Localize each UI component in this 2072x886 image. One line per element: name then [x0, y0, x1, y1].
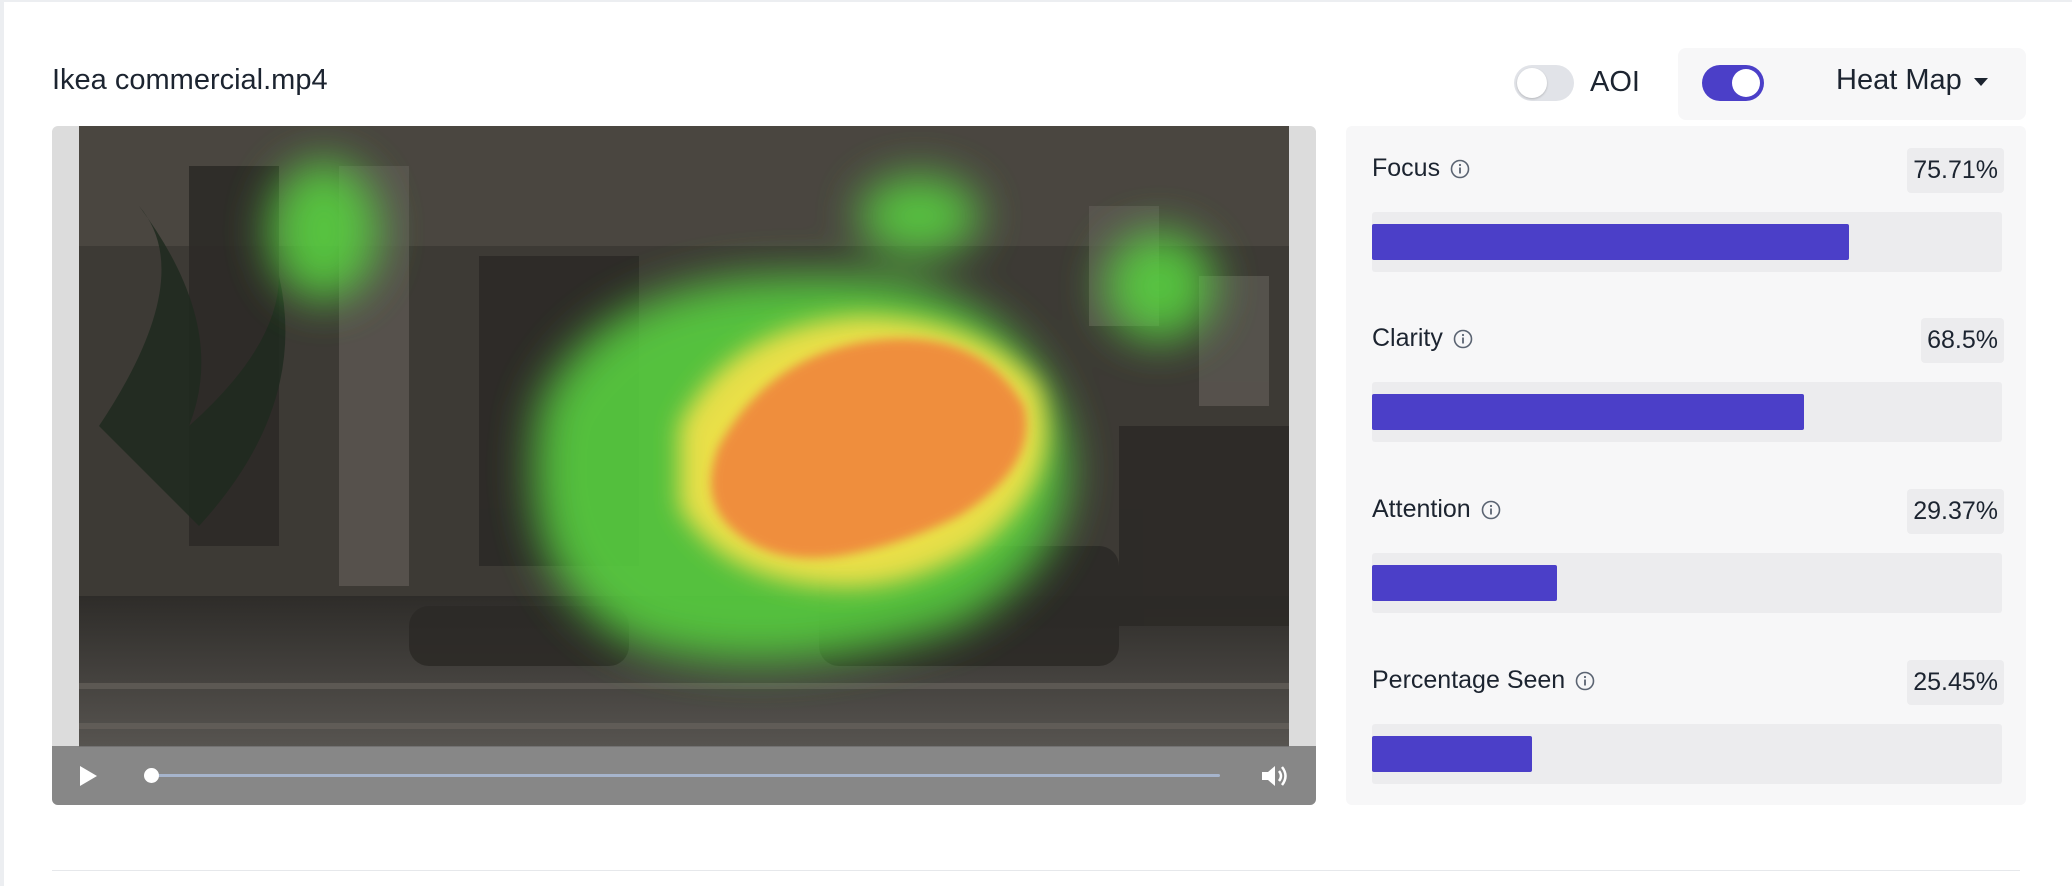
metric-label: Percentage Seen [1372, 666, 1595, 695]
metric-bar-track [1372, 382, 2002, 442]
metric-bar-fill [1372, 736, 1533, 772]
aoi-toggle[interactable] [1514, 65, 1574, 101]
info-icon[interactable] [1450, 159, 1470, 179]
metric-bar-fill [1372, 224, 1849, 260]
video-title: Ikea commercial.mp4 [52, 64, 328, 96]
info-icon[interactable] [1575, 671, 1595, 691]
info-icon[interactable] [1481, 500, 1501, 520]
metric-label-text: Attention [1372, 495, 1471, 523]
metric-value: 75.71% [1907, 148, 2004, 193]
metric-value: 29.37% [1907, 489, 2004, 534]
caret-down-icon [1973, 77, 1988, 86]
metric-clarity: Clarity 68.5% [1346, 296, 2026, 446]
metric-label: Clarity [1372, 324, 1473, 353]
info-icon[interactable] [1453, 329, 1473, 349]
metric-label-text: Percentage Seen [1372, 666, 1566, 694]
metrics-panel: Focus 75.71% Clarity 68.5% Attention 29.… [1346, 126, 2026, 805]
frame-top-border [0, 0, 2072, 2]
video-frame [79, 126, 1289, 747]
seek-bar[interactable] [152, 774, 1220, 777]
heatmap-mode-label: Heat Map [1836, 64, 1962, 96]
metric-bar-fill [1372, 565, 1558, 601]
metric-bar-fill [1372, 394, 1804, 430]
metric-label-text: Clarity [1372, 324, 1443, 352]
seek-thumb[interactable] [144, 768, 159, 783]
heatmap-overlay [79, 126, 1289, 747]
play-icon[interactable] [80, 766, 97, 786]
frame-left-border [0, 0, 4, 886]
metric-bar-track [1372, 212, 2002, 272]
aoi-label: AOI [1590, 66, 1640, 98]
heatmap-toggle-knob [1732, 69, 1760, 97]
video-player[interactable] [52, 126, 1316, 805]
metric-percentage-seen: Percentage Seen 25.45% [1346, 638, 2026, 788]
metric-bar-track [1372, 724, 2002, 784]
video-controls [52, 746, 1316, 805]
aoi-toggle-knob [1517, 68, 1547, 98]
heatmap-mode-dropdown[interactable]: Heat Map [1836, 64, 1988, 97]
metric-focus: Focus 75.71% [1346, 126, 2026, 276]
metric-value: 68.5% [1921, 318, 2004, 363]
metric-bar-track [1372, 553, 2002, 613]
volume-icon[interactable] [1260, 762, 1292, 790]
metric-attention: Attention 29.37% [1346, 467, 2026, 617]
metric-label: Attention [1372, 495, 1501, 524]
section-divider [52, 870, 2020, 871]
metric-label: Focus [1372, 154, 1470, 183]
heatmap-toggle[interactable] [1702, 65, 1764, 101]
metric-value: 25.45% [1907, 660, 2004, 705]
metric-label-text: Focus [1372, 154, 1441, 182]
